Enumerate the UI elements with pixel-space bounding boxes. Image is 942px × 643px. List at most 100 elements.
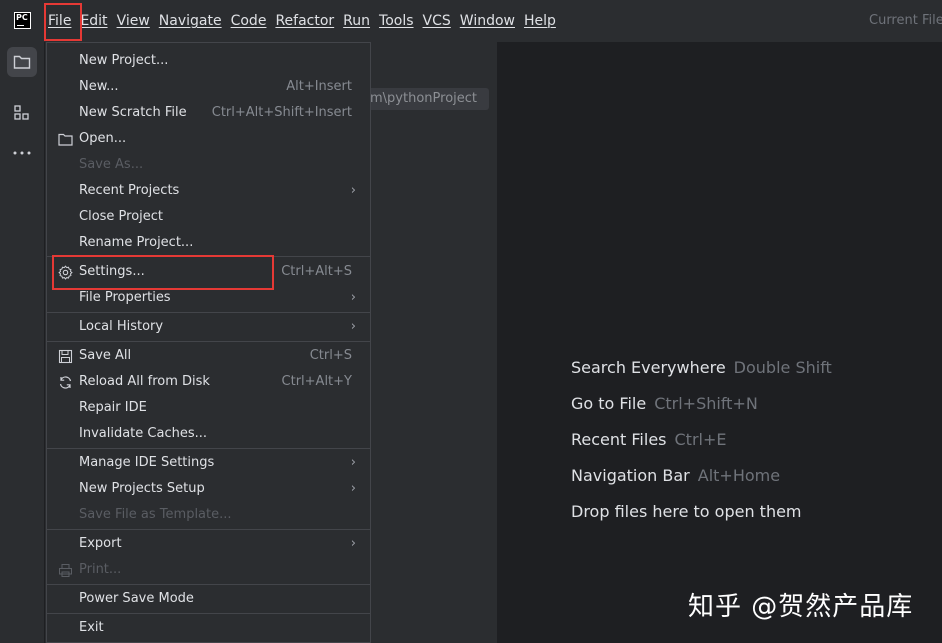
project-path-label[interactable]: m\pythonProject	[366, 88, 489, 110]
more-tools-button[interactable]	[7, 138, 37, 168]
menu-item-label: New Scratch File	[79, 105, 187, 120]
menu-item-close-project[interactable]: Close Project	[47, 204, 370, 230]
menu-item-shortcut: Ctrl+Alt+Shift+Insert	[211, 105, 352, 120]
menu-item-label: Print...	[79, 562, 122, 577]
hint-navigation-bar: Navigation Bar Alt+Home	[571, 466, 780, 485]
menu-item-new[interactable]: New... Alt+Insert	[47, 74, 370, 100]
hint-label: Navigation Bar	[571, 466, 690, 485]
save-disk-icon	[58, 349, 73, 364]
menu-item-save-as: Save As...	[47, 152, 370, 178]
file-menu-highlight-box	[44, 3, 82, 41]
menu-item-label: Recent Projects	[79, 183, 180, 198]
menu-item-new-projects-setup[interactable]: New Projects Setup ›	[47, 476, 370, 502]
menu-item-label: Exit	[79, 620, 104, 635]
title-bar: PC File Edit View Navigate Code Refactor…	[0, 0, 942, 43]
menu-item-shortcut: Ctrl+S	[309, 348, 352, 363]
submenu-arrow-icon: ›	[350, 536, 356, 551]
tool-window-strip	[0, 42, 45, 643]
submenu-arrow-icon: ›	[350, 319, 356, 334]
menu-item-manage-ide-settings[interactable]: Manage IDE Settings ›	[47, 450, 370, 476]
hint-shortcut: Ctrl+E	[674, 430, 727, 449]
menu-item-repair-ide[interactable]: Repair IDE	[47, 395, 370, 421]
submenu-arrow-icon: ›	[350, 455, 356, 470]
menu-separator	[47, 529, 370, 530]
menu-item-label: Rename Project...	[79, 235, 194, 250]
menu-item-print: Print...	[47, 557, 370, 583]
hint-go-to-file: Go to File Ctrl+Shift+N	[571, 394, 758, 413]
menu-separator	[47, 584, 370, 585]
hint-drop-files: Drop files here to open them	[571, 502, 802, 521]
menu-item-open[interactable]: Open...	[47, 126, 370, 152]
menu-item-local-history[interactable]: Local History ›	[47, 314, 370, 340]
menu-item-label: Reload All from Disk	[79, 374, 210, 389]
file-menu-dropdown: New Project... New... Alt+Insert New Scr…	[46, 42, 371, 643]
hint-shortcut: Ctrl+Shift+N	[654, 394, 758, 413]
menu-item-power-save-mode[interactable]: Power Save Mode	[47, 586, 370, 612]
hint-label: Search Everywhere	[571, 358, 726, 377]
menu-item-label: Open...	[79, 131, 127, 146]
menu-separator	[47, 613, 370, 614]
hint-shortcut: Alt+Home	[697, 466, 781, 485]
menu-item-export[interactable]: Export ›	[47, 531, 370, 557]
menu-item-label: Manage IDE Settings	[79, 455, 215, 470]
menu-item-label: Save All	[79, 348, 132, 363]
printer-icon	[59, 564, 72, 577]
menu-window[interactable]: Window	[456, 8, 519, 30]
submenu-arrow-icon: ›	[350, 481, 356, 496]
watermark-text: 知乎 @贺然产品库	[688, 592, 914, 622]
menu-navigate[interactable]: Navigate	[155, 8, 226, 30]
hint-label: Drop files here to open them	[571, 502, 802, 521]
submenu-arrow-icon: ›	[350, 183, 356, 198]
main-menu-bar: File Edit View Navigate Code Refactor Ru…	[44, 8, 561, 34]
more-dots-icon	[13, 151, 31, 155]
menu-item-shortcut: Ctrl+Alt+Y	[281, 374, 352, 389]
menu-item-rename-project[interactable]: Rename Project...	[47, 230, 370, 256]
hint-label: Recent Files	[571, 430, 667, 449]
menu-separator	[47, 312, 370, 313]
menu-item-reload-from-disk[interactable]: Reload All from Disk Ctrl+Alt+Y	[47, 369, 370, 395]
menu-vcs[interactable]: VCS	[419, 8, 455, 30]
menu-item-label: Save File as Template...	[79, 507, 232, 522]
menu-refactor[interactable]: Refactor	[271, 8, 338, 30]
menu-item-new-scratch-file[interactable]: New Scratch File Ctrl+Alt+Shift+Insert	[47, 100, 370, 126]
menu-separator	[47, 341, 370, 342]
menu-item-new-project[interactable]: New Project...	[47, 48, 370, 74]
menu-item-save-all[interactable]: Save All Ctrl+S	[47, 343, 370, 369]
menu-help[interactable]: Help	[520, 8, 560, 30]
menu-item-label: New Project...	[79, 53, 169, 68]
menu-item-label: Repair IDE	[79, 400, 147, 415]
settings-highlight-box	[52, 255, 274, 290]
menu-item-label: Export	[79, 536, 122, 551]
menu-code[interactable]: Code	[227, 8, 271, 30]
pycharm-logo-icon[interactable]: PC	[14, 12, 31, 29]
run-config-current-file[interactable]: Current File	[869, 13, 942, 28]
hint-search-everywhere: Search Everywhere Double Shift	[571, 358, 832, 377]
menu-tools[interactable]: Tools	[375, 8, 418, 30]
menu-run[interactable]: Run	[339, 8, 374, 30]
project-tool-button[interactable]	[7, 47, 37, 77]
menu-item-shortcut: Alt+Insert	[286, 79, 352, 94]
menu-item-label: Local History	[79, 319, 164, 334]
menu-item-label: Power Save Mode	[79, 591, 194, 606]
menu-item-label: New...	[79, 79, 119, 94]
menu-separator	[47, 448, 370, 449]
hint-shortcut: Double Shift	[733, 358, 832, 377]
menu-view[interactable]: View	[113, 8, 154, 30]
refresh-icon	[59, 376, 72, 389]
menu-item-invalidate-caches[interactable]: Invalidate Caches...	[47, 421, 370, 447]
menu-item-label: New Projects Setup	[79, 481, 205, 496]
menu-item-recent-projects[interactable]: Recent Projects ›	[47, 178, 370, 204]
menu-item-label: Close Project	[79, 209, 164, 224]
menu-item-exit[interactable]: Exit	[47, 615, 370, 641]
menu-item-save-file-as-template: Save File as Template...	[47, 502, 370, 528]
structure-icon	[14, 105, 29, 120]
folder-icon	[13, 55, 31, 69]
structure-tool-button[interactable]	[7, 98, 37, 128]
menu-item-shortcut: Ctrl+Alt+S	[281, 264, 352, 279]
open-folder-icon	[58, 133, 73, 146]
submenu-arrow-icon: ›	[350, 290, 356, 305]
menu-item-label: Invalidate Caches...	[79, 426, 208, 441]
hint-label: Go to File	[571, 394, 647, 413]
hint-recent-files: Recent Files Ctrl+E	[571, 430, 726, 449]
editor-empty-area	[498, 42, 942, 643]
